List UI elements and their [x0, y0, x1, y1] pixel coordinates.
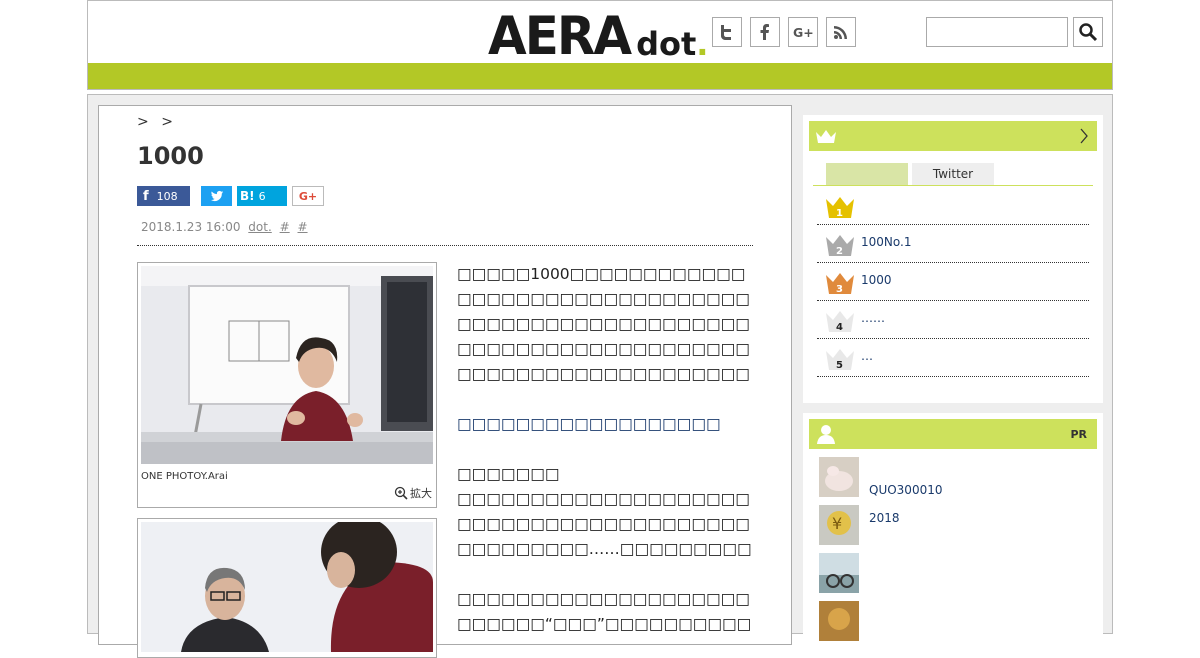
- nav-bar: [88, 63, 1112, 89]
- tab-twitter-ranking[interactable]: Twitter: [912, 163, 994, 185]
- google-plus-icon[interactable]: G+: [788, 17, 818, 47]
- pr-thumbnail[interactable]: [819, 601, 859, 641]
- page-title: 1000: [137, 142, 204, 170]
- page-body: > > 1000 f 108 B! 6 G+ 2018.1.23 16:00 d…: [87, 94, 1113, 658]
- ranking-item[interactable]: 2 100No.1: [817, 225, 1089, 263]
- svg-text:5: 5: [836, 360, 843, 371]
- twitter-icon[interactable]: [712, 17, 742, 47]
- article-meta: 2018.1.23 16:00 dot. # #: [141, 220, 308, 234]
- photo-caption: ONE PHOTOY.Arai: [141, 471, 228, 482]
- zoom-in-icon: [394, 486, 408, 500]
- logo-main: AERA: [488, 5, 632, 67]
- search-button[interactable]: [1073, 17, 1103, 47]
- svg-text:2: 2: [836, 246, 843, 257]
- gold-crown-icon: 1: [826, 197, 854, 219]
- ranking-item-title: …: [861, 349, 873, 363]
- ranking-item[interactable]: 5 …: [817, 339, 1089, 377]
- pr-panel: PR QUO300010 ¥ 2018: [803, 413, 1103, 653]
- ranking-item[interactable]: 1: [817, 187, 1089, 225]
- ranking-item-title: 100No.1: [861, 235, 912, 249]
- hatena-count: 6: [258, 189, 266, 203]
- breadcrumb-sep[interactable]: >: [161, 114, 173, 130]
- pr-item-title[interactable]: 2018: [869, 511, 900, 525]
- photo-interview: [141, 266, 433, 464]
- zoom-button[interactable]: 拡大: [394, 485, 432, 501]
- source-link[interactable]: dot.: [248, 220, 271, 234]
- person-icon: [817, 425, 835, 444]
- crown-icon: [816, 130, 836, 143]
- twitter-icon: [210, 190, 223, 202]
- ranking-item-title: 1000: [861, 273, 892, 287]
- search-input[interactable]: [926, 17, 1068, 47]
- ranking-item-title: ……: [861, 311, 885, 325]
- article-main: > > 1000 f 108 B! 6 G+ 2018.1.23 16:00 d…: [98, 105, 792, 658]
- ranking-item[interactable]: 3 1000: [817, 263, 1089, 301]
- pr-item-title[interactable]: QUO300010: [869, 483, 942, 497]
- tab-access-ranking[interactable]: [826, 163, 908, 185]
- paragraph: □□□□□□□□□□□□□□□□□□□□□□□□□□“□□□”□□□□□□□□□…: [457, 590, 752, 633]
- breadcrumb-sep[interactable]: >: [137, 114, 149, 130]
- tag-link[interactable]: #: [280, 220, 290, 234]
- crown-icon: 5: [826, 349, 854, 371]
- ranking-tabs: Twitter: [826, 163, 994, 185]
- publish-date: 2018.1.23 16:00: [141, 220, 241, 234]
- site-header: AERA dot. G+: [87, 0, 1113, 90]
- silver-crown-icon: 2: [826, 235, 854, 257]
- crown-icon: 4: [826, 311, 854, 333]
- twitter-share-button[interactable]: [201, 186, 232, 206]
- tag-link[interactable]: #: [298, 220, 308, 234]
- facebook-icon[interactable]: [750, 17, 780, 47]
- facebook-share-button[interactable]: f 108: [137, 186, 190, 206]
- paragraph: □□□□□1000□□□□□□□□□□□□□□□□□□□□□□□□□□□□□□□…: [457, 265, 750, 383]
- rss-icon[interactable]: [826, 17, 856, 47]
- chevron-right-icon: [1080, 128, 1088, 144]
- hatena-icon: B!: [240, 189, 255, 203]
- ranking-item[interactable]: 4 ……: [817, 301, 1089, 339]
- pr-header: PR: [809, 419, 1097, 449]
- article-photo[interactable]: [137, 518, 437, 658]
- svg-text:3: 3: [836, 284, 843, 295]
- breadcrumb: > >: [137, 114, 181, 130]
- facebook-icon: f: [143, 188, 149, 204]
- pr-label: PR: [1070, 427, 1087, 441]
- photo-discussion: [141, 522, 433, 652]
- svg-text:G+: G+: [793, 25, 813, 40]
- related-article-link[interactable]: □□□□□□□□□□□□□□□□□□: [457, 412, 757, 437]
- svg-text:¥: ¥: [832, 514, 842, 533]
- google-plus-icon: G+: [298, 189, 318, 203]
- pr-thumbnail[interactable]: ¥: [819, 505, 859, 545]
- svg-text:1: 1: [836, 208, 843, 219]
- bronze-crown-icon: 3: [826, 273, 854, 295]
- tab-underline: [813, 185, 1093, 186]
- zoom-label: 拡大: [410, 487, 432, 500]
- search-icon: [1079, 23, 1098, 42]
- svg-text:4: 4: [836, 322, 843, 333]
- article-body-text: □□□□□1000□□□□□□□□□□□□□□□□□□□□□□□□□□□□□□□…: [457, 262, 757, 388]
- site-logo[interactable]: AERA dot.: [488, 5, 709, 67]
- logo-sub: dot.: [636, 25, 709, 63]
- paragraph: □□□□□□□□□□□□□□□□□□□□□□□□□□□□□□□□□□□□□□□□…: [457, 490, 752, 558]
- pr-thumbnail[interactable]: [819, 457, 859, 497]
- divider: [137, 245, 753, 246]
- pr-thumbnail[interactable]: [819, 553, 859, 593]
- facebook-count: 108: [156, 189, 178, 203]
- article-photo[interactable]: ONE PHOTOY.Arai 拡大: [137, 262, 437, 508]
- google-plus-share-button[interactable]: G+: [292, 186, 324, 206]
- section-heading: □□□□□□□: [457, 465, 560, 483]
- hatena-bookmark-button[interactable]: B! 6: [237, 186, 287, 206]
- ranking-panel: Twitter 1 2 100No.1 3 1000 4 …… 5 …: [803, 115, 1103, 403]
- ranking-header[interactable]: [809, 121, 1097, 151]
